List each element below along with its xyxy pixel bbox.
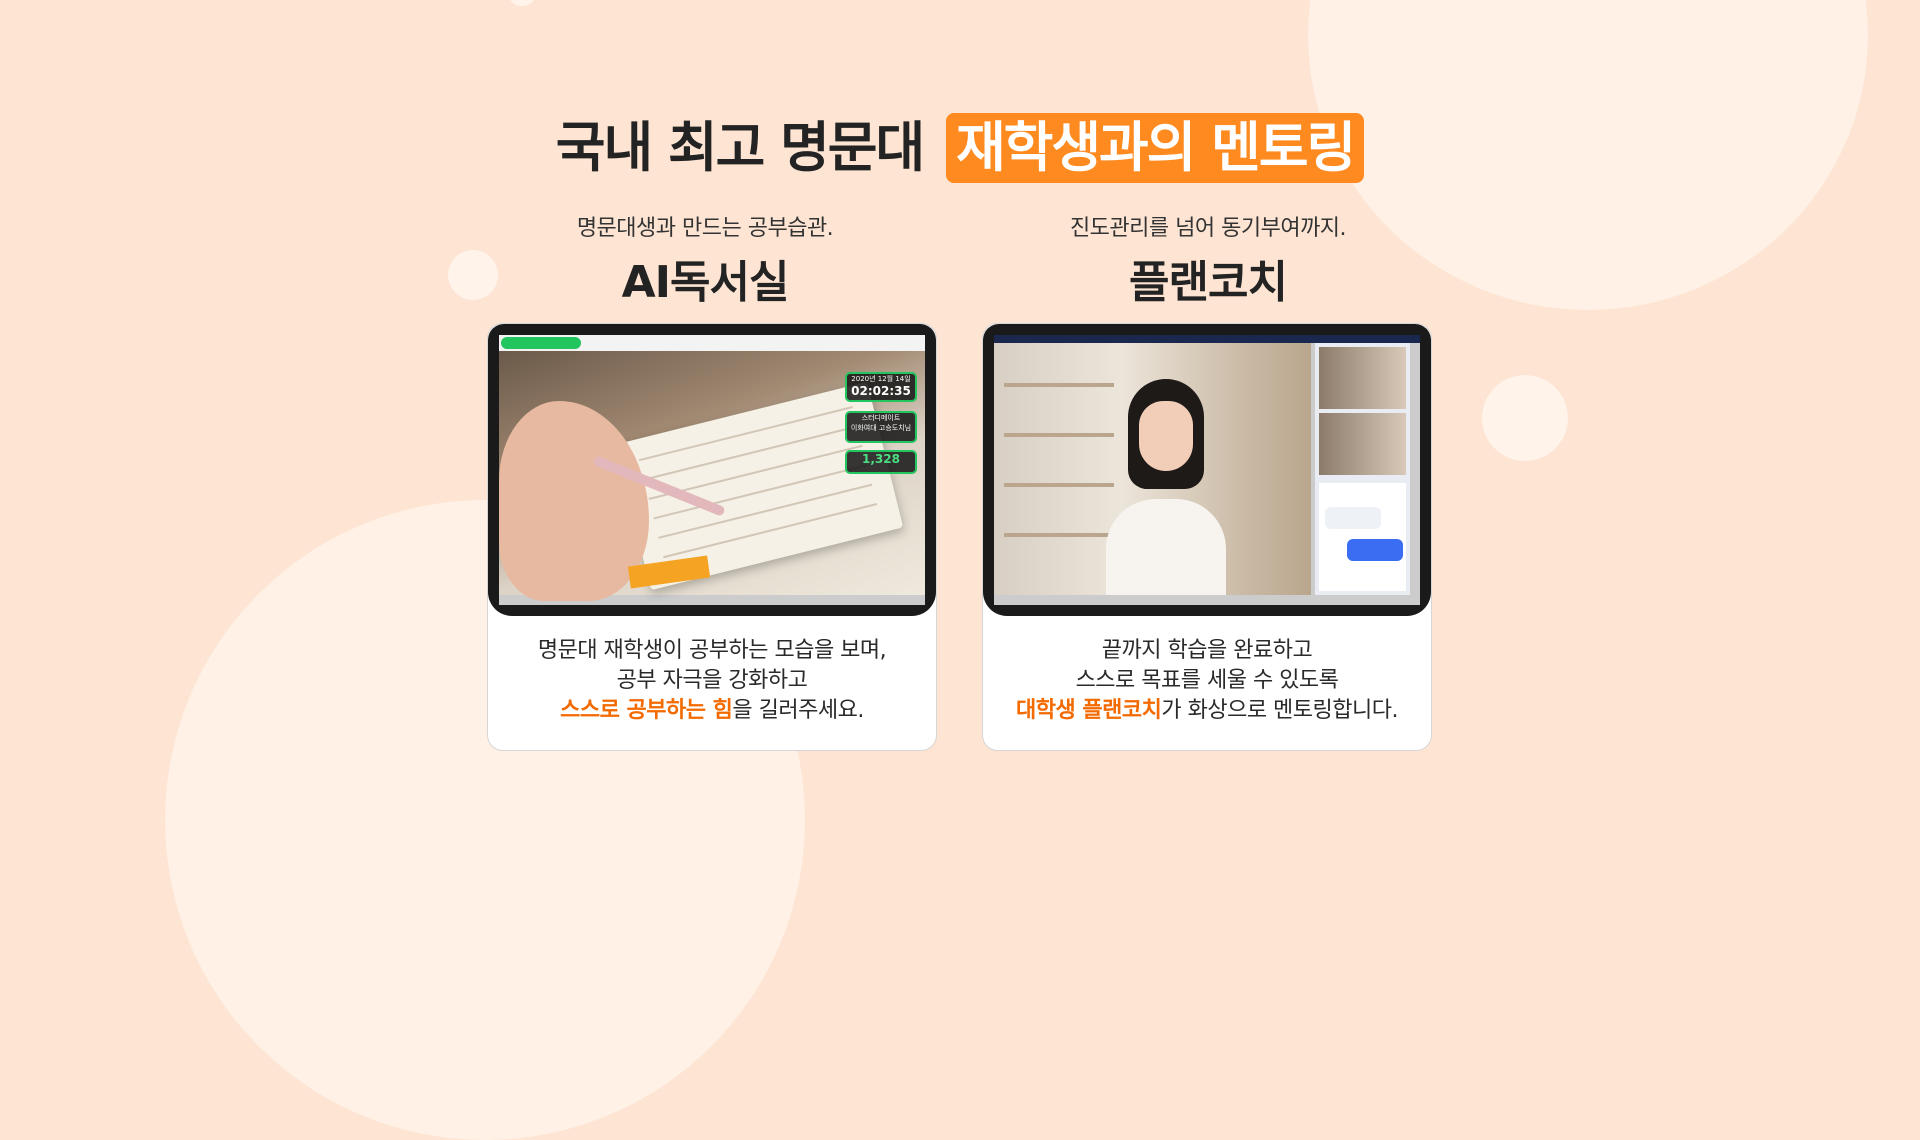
ai-study-room-title: AI독서실 [621,257,790,308]
desc-line-2: 스스로 목표를 세울 수 있도록 [1075,668,1339,693]
headline-highlight: 재학생과의 멘토링 [945,113,1365,183]
progress-pill [501,337,581,349]
ai-study-room-description: 명문대 재학생이 공부하는 모습을 보며, 공부 자극을 강화하고 스스로 공부… [488,636,936,726]
hand [499,401,649,601]
mate-badge: 스터디메이트 [861,414,901,422]
chat-bubble-mine [1347,539,1403,561]
ai-study-room-header: 명문대생과 만드는 공부습관. AI독서실 [480,210,930,310]
video-side-panel [1315,343,1410,595]
decor-dot-right [1482,375,1568,461]
study-screen-image: 2020년 12월 14일 02:02:35 스터디메이트 이화여대 고승도치님… [499,335,925,605]
desc-rest: 을 길러주세요. [732,698,864,723]
plan-coach-title: 플랜코치 [1129,257,1288,308]
desc-rest: 가 화상으로 멘토링합니다. [1161,698,1398,723]
timer-date: 2020년 12월 14일 [851,375,911,383]
chat-panel [1319,483,1406,591]
video-title-bar [994,335,1420,343]
headline: 국내 최고 명문대 재학생과의 멘토링 [0,103,1920,183]
mate-name: 이화여대 고승도치님 [850,424,912,432]
room-background [994,343,1311,595]
count-overlay: 1,328 [845,450,917,474]
count-value: 1,328 [862,452,900,466]
study-progress-bar [499,335,925,351]
plan-coach-subtitle: 진도관리를 넘어 동기부여까지. [1069,216,1347,241]
desc-line-3: 스스로 공부하는 힘을 길러주세요. [488,696,936,726]
video-thumbnail-1 [1319,347,1406,409]
ai-study-room-subtitle: 명문대생과 만드는 공부습관. [576,216,834,241]
plan-coach-description: 끝까지 학습을 완료하고 스스로 목표를 세울 수 있도록 대학생 플랜코치가 … [983,636,1431,726]
plan-coach-card: 끝까지 학습을 완료하고 스스로 목표를 세울 수 있도록 대학생 플랜코치가 … [982,323,1432,751]
mate-overlay: 스터디메이트 이화여대 고승도치님 [845,411,917,443]
plan-coach-header: 진도관리를 넘어 동기부여까지. 플랜코치 [983,210,1433,310]
decor-dot-top [510,0,534,6]
headline-prefix: 국내 최고 명문대 [555,116,925,179]
desc-line-1: 명문대 재학생이 공부하는 모습을 보며, [537,638,887,663]
chat-bubble [1325,507,1381,529]
timer-time: 02:02:35 [851,384,911,398]
desc-line-3: 대학생 플랜코치가 화상으로 멘토링합니다. [983,696,1431,726]
timer-overlay: 2020년 12월 14일 02:02:35 [845,372,917,402]
ai-study-room-card: 2020년 12월 14일 02:02:35 스터디메이트 이화여대 고승도치님… [487,323,937,751]
desc-highlight: 대학생 플랜코치 [1016,698,1162,723]
mentor-person [1106,379,1226,595]
desc-line-2: 공부 자극을 강화하고 [616,668,808,693]
video-thumbnail-2 [1319,413,1406,475]
tablet-frame: 2020년 12월 14일 02:02:35 스터디메이트 이화여대 고승도치님… [488,324,936,616]
desc-highlight: 스스로 공부하는 힘 [560,698,733,723]
video-call-screen-image [994,335,1420,605]
desc-line-1: 끝까지 학습을 완료하고 [1101,638,1313,663]
tablet-frame [983,324,1431,616]
